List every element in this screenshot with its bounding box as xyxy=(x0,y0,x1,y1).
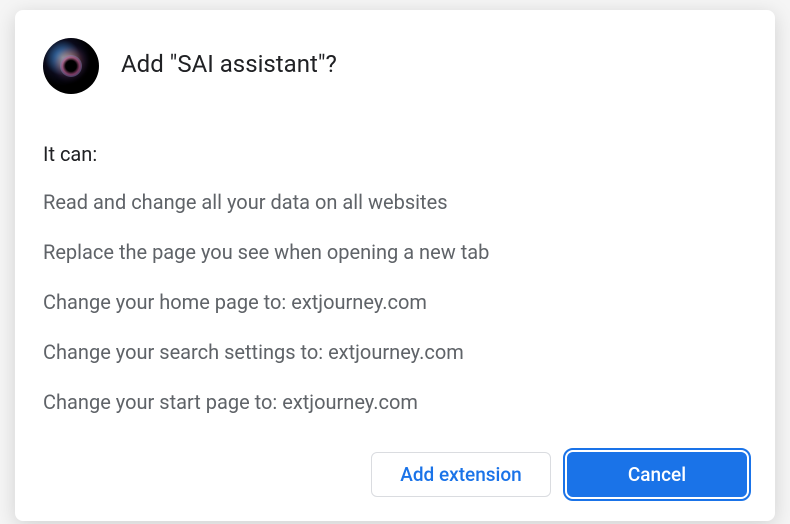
permissions-header: It can: xyxy=(43,142,747,166)
extension-icon xyxy=(43,38,99,94)
extension-install-dialog: Add "SAI assistant"? It can: Read and ch… xyxy=(15,10,775,521)
extension-icon-wrapper xyxy=(43,38,99,94)
permission-item: Read and change all your data on all web… xyxy=(43,188,747,216)
dialog-buttons: Add extension Cancel xyxy=(43,452,747,497)
add-extension-button[interactable]: Add extension xyxy=(371,452,551,497)
permission-item: Change your home page to: extjourney.com xyxy=(43,288,747,316)
permissions-list: Read and change all your data on all web… xyxy=(43,188,747,416)
permission-item: Change your start page to: extjourney.co… xyxy=(43,388,747,416)
dialog-header: Add "SAI assistant"? xyxy=(43,38,747,94)
permission-item: Change your search settings to: extjourn… xyxy=(43,338,747,366)
cancel-button[interactable]: Cancel xyxy=(567,452,747,497)
permission-item: Replace the page you see when opening a … xyxy=(43,238,747,266)
dialog-title: Add "SAI assistant"? xyxy=(121,50,337,78)
